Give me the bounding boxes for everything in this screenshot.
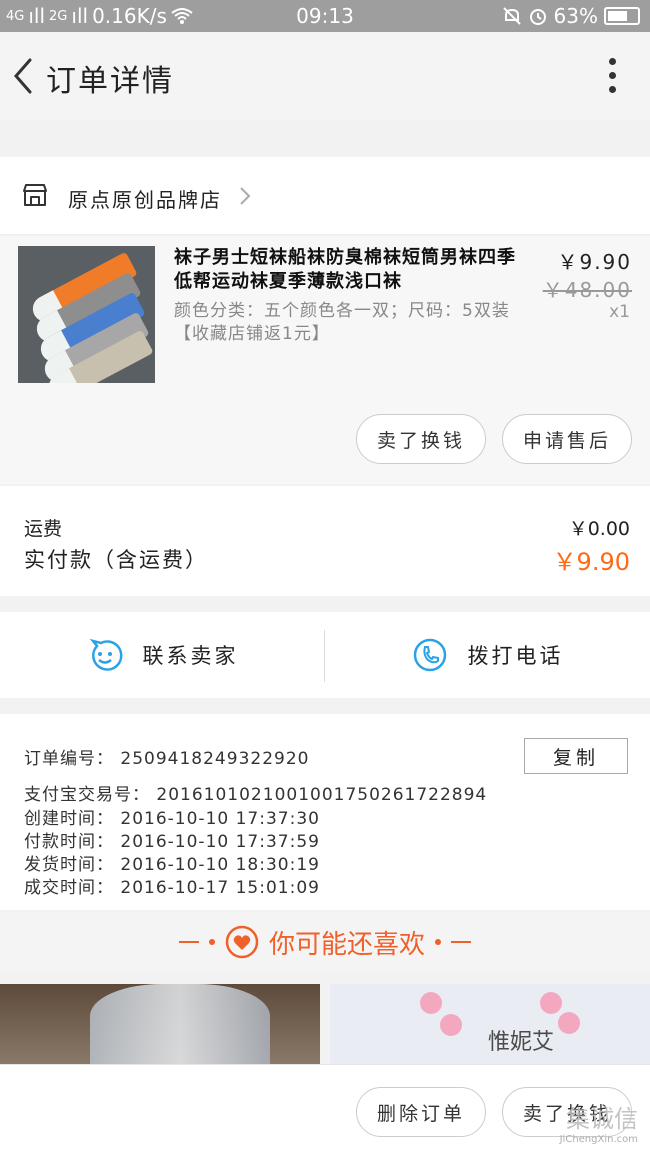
smile-chat-icon (89, 638, 122, 671)
decor-dash (178, 941, 199, 943)
shipped-time: 2016-10-10 18:30:19 (120, 855, 320, 875)
store-row[interactable]: 原点原创品牌店 (0, 157, 650, 235)
status-bar: 4G ıll 2G ıll 0.16K/s 09:13 63% (0, 0, 650, 32)
product-thumbnail[interactable] (18, 246, 155, 383)
done-label: 成交时间： (24, 878, 114, 898)
heart-icon (225, 925, 259, 959)
back-arrow-icon[interactable] (8, 54, 38, 98)
alarm-icon (529, 9, 546, 25)
contact-seller-label: 联系卖家 (142, 644, 239, 668)
alipay-number: 2016101021001001750261722894 (156, 785, 488, 805)
product-card: 袜子男士短袜船袜防臭棉袜短筒男袜四季低帮运动袜夏季薄款浅口袜 颜色分类：五个颜色… (0, 236, 650, 484)
decor-dash (451, 941, 471, 943)
paid-value: ￥9.90 (552, 548, 630, 576)
order-info: 订单编号： 2509418249322920 复制 支付宝交易号： 201610… (0, 714, 650, 910)
alipay-label: 支付宝交易号： (24, 785, 150, 805)
paid-label: 实付款（含运费） (24, 548, 208, 572)
page-header: 订单详情 (0, 32, 650, 120)
copy-button[interactable]: 复制 (524, 738, 628, 774)
contact-bar: 联系卖家 拨打电话 (0, 612, 650, 698)
order-number: 2509418249322920 (120, 749, 310, 769)
paid-time-label: 付款时间： (24, 832, 114, 852)
recommend-title: 你可能还喜欢 (268, 929, 425, 960)
mute-icon (502, 7, 521, 25)
chevron-right-icon (240, 187, 251, 205)
sell-exchange-button[interactable]: 卖了换钱 (356, 414, 486, 464)
phone-icon (413, 638, 446, 672)
call-phone-button[interactable]: 拨打电话 (325, 612, 650, 698)
shipped-label: 发货时间： (24, 855, 114, 875)
decor-dot (435, 939, 441, 945)
product-name[interactable]: 袜子男士短袜船袜防臭棉袜短筒男袜四季低帮运动袜夏季薄款浅口袜 (174, 246, 524, 294)
paid-time-row: 付款时间： 2016-10-10 17:37:59 (24, 827, 320, 852)
mosquito-net-image (90, 984, 270, 1064)
watermark: 集诚信 JiChengXin.com (560, 1099, 638, 1145)
order-number-row: 订单编号： 2509418249322920 (24, 744, 309, 769)
product-original-price: ￥48.00 (542, 278, 632, 302)
product-price: ￥9.90 (557, 250, 632, 274)
created-time: 2016-10-10 17:37:30 (120, 809, 320, 829)
shipping-label: 运费 (24, 518, 63, 540)
battery-icon (604, 7, 640, 25)
after-sale-button[interactable]: 申请售后 (502, 414, 632, 464)
call-phone-label: 拨打电话 (467, 644, 564, 668)
order-number-label: 订单编号： (24, 749, 114, 769)
store-name: 原点原创品牌店 (68, 188, 222, 212)
page-title: 订单详情 (46, 64, 174, 99)
alipay-row: 支付宝交易号： 2016101021001001750261722894 (24, 780, 487, 805)
battery-percent: 63% (553, 4, 598, 28)
recommend-brand: 惟妮艾 (488, 1030, 555, 1055)
shipped-row: 发货时间： 2016-10-10 18:30:19 (24, 850, 320, 875)
paid-time: 2016-10-10 17:37:59 (120, 832, 320, 852)
recommend-item-image[interactable] (0, 984, 320, 1064)
shipping-value: ￥0.00 (568, 518, 630, 540)
more-vertical-icon[interactable] (608, 58, 618, 96)
done-row: 成交时间： 2016-10-17 15:01:09 (24, 873, 320, 898)
created-row: 创建时间： 2016-10-10 17:37:30 (24, 804, 320, 829)
product-quantity: x1 (609, 302, 630, 322)
recommend-header: 你可能还喜欢 (0, 912, 650, 972)
created-label: 创建时间： (24, 809, 114, 829)
watermark-text: 集诚信 (566, 1105, 638, 1133)
watermark-url: JiChengXin.com (559, 1134, 638, 1145)
done-time: 2016-10-17 15:01:09 (120, 878, 320, 898)
product-spec: 颜色分类：五个颜色各一双；尺码：5双装【收藏店铺返1元】 (174, 301, 510, 344)
delete-order-button[interactable]: 删除订单 (356, 1087, 486, 1137)
contact-seller-button[interactable]: 联系卖家 (0, 612, 325, 698)
recommend-item-image[interactable]: 惟妮艾 (330, 984, 650, 1064)
decor-dot (208, 939, 215, 945)
fee-summary: 运费 ￥0.00 实付款（含运费） ￥9.90 (0, 486, 650, 596)
bottom-action-bar: 删除订单 卖了换钱 集诚信 JiChengXin.com (0, 1064, 650, 1155)
store-icon (23, 184, 47, 206)
